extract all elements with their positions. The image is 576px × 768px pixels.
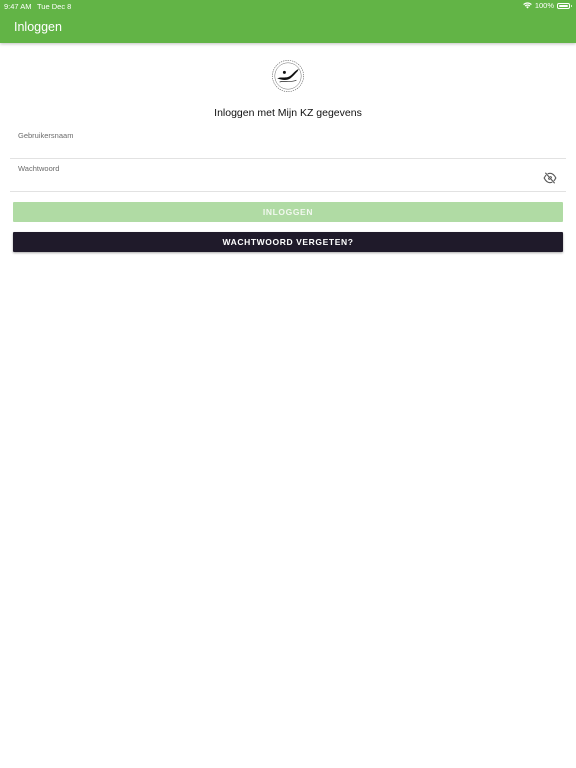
username-label: Gebruikersnaam bbox=[18, 131, 74, 140]
login-button[interactable]: INLOGGEN bbox=[13, 202, 563, 222]
page-title: Inloggen bbox=[14, 20, 62, 34]
username-field[interactable]: Gebruikersnaam bbox=[10, 126, 566, 159]
status-time: 9:47 AM bbox=[4, 2, 32, 11]
eye-off-icon[interactable] bbox=[543, 172, 557, 184]
status-indicators: 100% bbox=[522, 1, 572, 10]
status-date: Tue Dec 8 bbox=[37, 2, 72, 11]
password-label: Wachtwoord bbox=[18, 164, 60, 173]
battery-percentage: 100% bbox=[534, 1, 554, 10]
forgot-password-button[interactable]: WACHTWOORD VERGETEN? bbox=[13, 232, 563, 252]
app-window: 9:47 AM Tue Dec 8 100% Inloggen Inloggen… bbox=[0, 0, 576, 768]
login-heading: Inloggen met Mijn KZ gegevens bbox=[214, 107, 362, 119]
password-input[interactable] bbox=[18, 175, 538, 189]
password-field[interactable]: Wachtwoord bbox=[10, 159, 566, 192]
battery-icon bbox=[557, 2, 572, 9]
username-input[interactable] bbox=[18, 142, 538, 156]
club-logo-icon bbox=[270, 58, 306, 94]
app-bar: 9:47 AM Tue Dec 8 100% Inloggen bbox=[0, 0, 576, 43]
status-bar: 9:47 AM Tue Dec 8 100% bbox=[0, 0, 576, 12]
wifi-icon bbox=[522, 2, 532, 9]
